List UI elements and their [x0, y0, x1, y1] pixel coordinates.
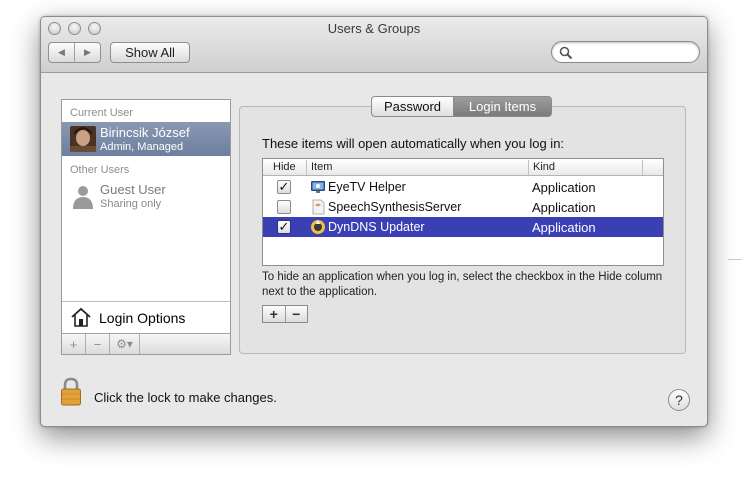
- login-options-item[interactable]: Login Options: [62, 301, 230, 332]
- help-button[interactable]: ?: [668, 389, 690, 411]
- table-row[interactable]: ✓ EyeTV Helper Application: [263, 177, 663, 197]
- item-name: EyeTV Helper: [328, 180, 406, 194]
- dyndns-icon: [311, 220, 325, 234]
- table-header: Hide Item Kind: [263, 159, 663, 176]
- column-header-kind[interactable]: Kind: [533, 161, 555, 173]
- item-kind: Application: [532, 180, 596, 195]
- column-header-hide[interactable]: Hide: [273, 161, 296, 173]
- add-login-item-button[interactable]: +: [263, 306, 285, 322]
- remove-user-button[interactable]: −: [86, 334, 110, 354]
- avatar: [70, 126, 96, 152]
- login-items-help-text: To hide an application when you log in, …: [262, 271, 663, 298]
- tab-password[interactable]: Password: [371, 96, 454, 117]
- guest-user-icon: [73, 186, 93, 209]
- title-bar: Users & Groups ◀ ▶ Show All: [41, 17, 707, 73]
- hide-checkbox[interactable]: ✓: [277, 180, 291, 194]
- speech-icon: [312, 199, 325, 215]
- back-button[interactable]: ◀: [49, 43, 74, 62]
- tab-login-items[interactable]: Login Items: [454, 96, 552, 117]
- window-title: Users & Groups: [327, 21, 421, 36]
- users-sidebar: Current User Birincsik József Admin, Man…: [61, 99, 231, 355]
- guest-user-name: Guest User: [100, 182, 166, 197]
- action-menu-button[interactable]: ⚙▾: [110, 334, 140, 354]
- users-groups-window: Users & Groups ◀ ▶ Show All Current User: [40, 16, 708, 427]
- search-input[interactable]: [574, 44, 692, 60]
- current-user-header: Current User: [70, 107, 133, 119]
- login-items-intro: These items will open automatically when…: [262, 136, 565, 151]
- forward-button[interactable]: ▶: [74, 43, 100, 62]
- column-header-item[interactable]: Item: [311, 161, 332, 173]
- other-users-header: Other Users: [70, 164, 130, 176]
- show-all-button[interactable]: Show All: [110, 42, 190, 63]
- back-forward-control: ◀ ▶: [48, 42, 101, 63]
- background-divider: [728, 259, 742, 260]
- sidebar-item-guest-user[interactable]: Guest User Sharing only: [62, 179, 230, 213]
- item-name: SpeechSynthesisServer: [328, 200, 462, 214]
- search-field[interactable]: [551, 41, 700, 63]
- sidebar-toolbar: + − ⚙▾: [62, 333, 230, 354]
- hide-checkbox[interactable]: ✓: [277, 220, 291, 234]
- login-items-table[interactable]: Hide Item Kind ✓ EyeTV Helper Applicatio…: [262, 158, 664, 266]
- sidebar-item-current-user[interactable]: Birincsik József Admin, Managed: [62, 122, 230, 156]
- lock-message: Click the lock to make changes.: [94, 390, 277, 405]
- table-row[interactable]: SpeechSynthesisServer Application: [263, 197, 663, 217]
- guest-user-role: Sharing only: [100, 198, 162, 210]
- current-user-role: Admin, Managed: [100, 141, 184, 153]
- item-name: DynDNS Updater: [328, 220, 425, 234]
- tab-bar: Password Login Items: [371, 96, 552, 117]
- current-user-name: Birincsik József: [100, 125, 190, 140]
- login-items-add-remove: + −: [262, 305, 308, 323]
- table-row[interactable]: ✓ DynDNS Updater Application: [263, 217, 663, 237]
- item-kind: Application: [532, 220, 596, 235]
- item-kind: Application: [532, 200, 596, 215]
- login-options-label: Login Options: [99, 310, 186, 326]
- hide-checkbox[interactable]: [277, 200, 291, 214]
- add-user-button[interactable]: +: [62, 334, 86, 354]
- remove-login-item-button[interactable]: −: [284, 306, 308, 322]
- house-icon: [71, 307, 91, 327]
- lock-icon[interactable]: [60, 377, 82, 407]
- search-icon: [559, 46, 573, 60]
- eyetv-icon: [311, 181, 325, 193]
